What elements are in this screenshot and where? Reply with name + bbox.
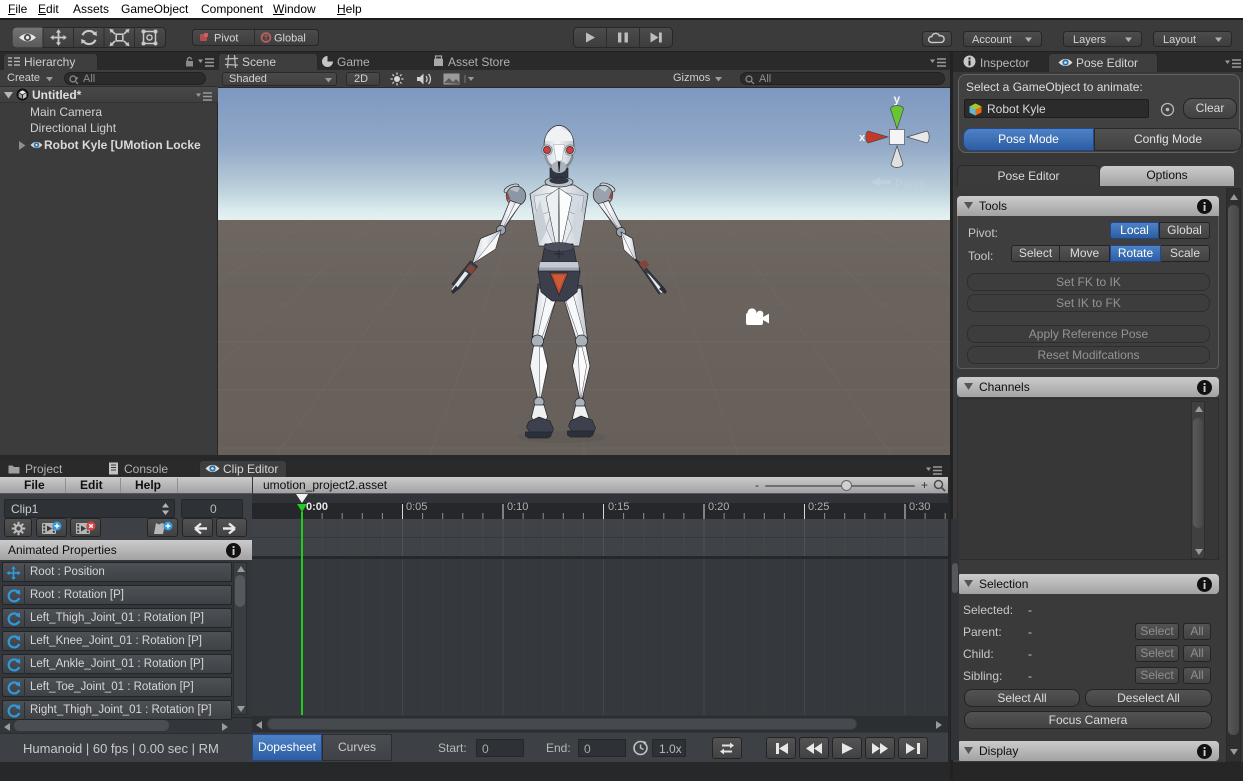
svg-text:y: y — [894, 92, 901, 106]
svg-text:0:30: 0:30 — [909, 501, 930, 513]
svg-text:Pivot: Pivot — [214, 33, 238, 45]
svg-text:Global: Global — [274, 33, 306, 45]
svg-text:Layers: Layers — [1073, 34, 1107, 46]
svg-text:Account: Account — [972, 34, 1012, 46]
svg-text:0:15: 0:15 — [608, 501, 629, 513]
svg-text:0:25: 0:25 — [808, 501, 829, 513]
svg-text:Layout: Layout — [1163, 34, 1196, 46]
svg-text:0:20: 0:20 — [708, 501, 729, 513]
svg-text:0:05: 0:05 — [406, 501, 427, 513]
svg-text:0:10: 0:10 — [507, 501, 528, 513]
svg-text:Persp: Persp — [895, 177, 927, 191]
svg-text:0:00: 0:00 — [306, 501, 328, 513]
svg-text:x: x — [859, 132, 866, 144]
